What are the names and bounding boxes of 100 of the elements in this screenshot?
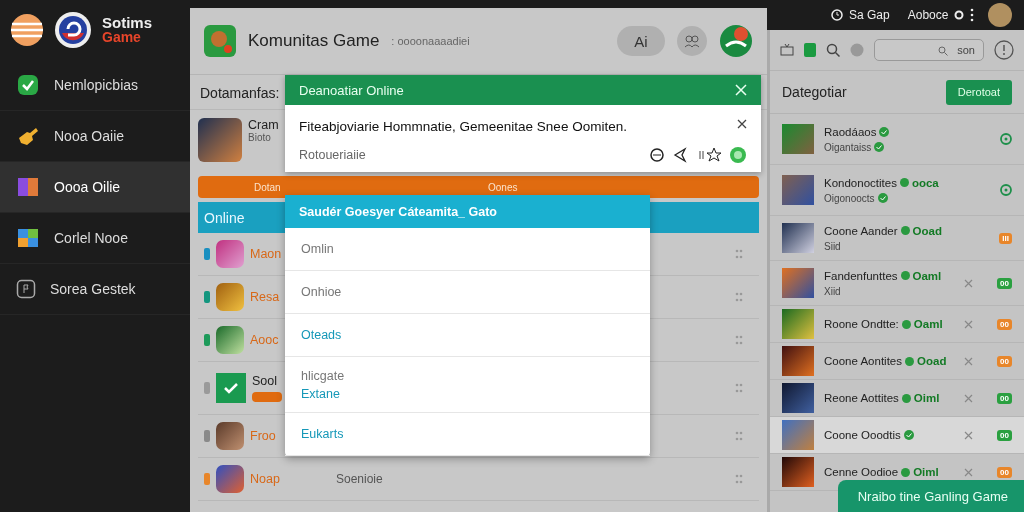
game-list-item[interactable]: Fandenfunttes Oaml Xiid 00 [770,261,1024,306]
pointer-icon[interactable] [673,147,689,163]
check-icon [903,430,914,440]
people-icon[interactable] [677,26,707,56]
checkbox-icon [216,373,246,403]
game-list-item[interactable]: Coone Ooodtis 00 [770,417,1024,454]
sidebar-item[interactable]: Oooa Oilie [0,162,190,213]
circle-icon[interactable] [1000,133,1012,145]
dot-icon [905,356,914,366]
dot-icon [900,271,910,280]
dot-icon [901,467,911,477]
status-text: Sa Gap [849,8,890,22]
search-icon [938,46,948,56]
bar-label: Dotan [253,181,281,193]
dropdown-title: Saudér Goesyer Cáteamita_ Gato [285,195,650,228]
ai-button[interactable]: Ai [617,26,665,56]
sidebar-item[interactable]: Nemlopicbias [0,60,190,111]
game-name: Cenne Oodioe [824,466,899,478]
drag-handle-icon [735,474,743,484]
game-name: Raodáaos [824,125,877,138]
status-tag: Ooad [917,355,947,367]
status-tag: ooca [911,176,939,189]
sidebar-item[interactable]: Corlel Nooe [0,213,190,264]
drag-handle-icon [735,431,743,441]
clock-icon [831,9,843,21]
striped-circle-icon [10,13,44,47]
dot-icon [901,393,911,403]
game-thumbnail [216,283,244,311]
game-subtitle: Oigantaiss [824,141,872,153]
dialog-message: Fiteabjoviarie Hommnatie, Gemeenitae Snee Oomiten. [299,119,627,134]
count-badge: 00 [997,277,1012,289]
game-thumbnail [782,175,814,205]
game-thumbnail [198,118,242,162]
game-thumbnail [216,240,244,268]
star-icon[interactable] [697,147,721,163]
game-thumbnail [216,465,244,493]
logo-text: Sotims [102,15,152,30]
minus-circle-icon[interactable] [649,147,665,163]
status-tag: Oiml [913,466,939,478]
count-badge: 00 [997,355,1012,367]
game-name: Froo [250,429,277,443]
check-icon [877,193,888,203]
dropdown-item[interactable]: Omlin [285,228,650,271]
ring-icon [954,10,965,20]
dot-icon [899,178,909,187]
toast-notification: Nraibo tine Ganling Game [837,480,1024,512]
check-badge-icon [16,73,40,97]
circle-icon[interactable] [1000,184,1012,196]
close-icon[interactable] [737,119,747,129]
game-list-item[interactable]: Roone Ondtte: Oaml 00 [770,306,1024,343]
app-subtitle: : oooonaaaadiei [391,35,471,47]
avatar[interactable] [988,3,1013,27]
game-subtitle: Siid [824,240,841,252]
status-tag: Oaml [913,318,943,330]
tiles-icon [16,175,40,199]
flag-square-icon [16,279,36,299]
game-list-item[interactable]: Kondonoctites ooca Oigonoocts [770,165,1024,216]
game-subtitle: Oigonoocts [824,192,875,204]
game-thumbnail [782,268,814,298]
game-name: Reone Aottites [824,392,899,404]
status-badge [252,392,282,402]
count-badge: 00 [997,429,1012,441]
drag-handle-icon [735,383,743,393]
tv-icon[interactable] [780,44,794,56]
game-thumbnail [782,420,814,450]
avatar-icon[interactable] [719,24,753,58]
game-list-item[interactable]: Coone Aontites Ooad 00 [770,343,1024,380]
game-name: Fandenfunttes [824,269,898,282]
user-name: Aoboce [907,8,949,22]
game-thumbnail [216,422,244,450]
game-list-item[interactable]: Raodáaos Oigantaiss [770,114,1024,165]
status-tag: Ooad [912,224,942,237]
game-thumbnail [782,457,814,487]
game-name: Maon [250,247,283,261]
panel-heading: Dategotiar [782,84,847,100]
game-thumbnail [782,124,814,154]
panel-button[interactable]: Derotoat [945,79,1012,105]
dot-icon [900,226,910,235]
drag-handle-icon [735,249,743,259]
search-icon[interactable] [826,43,840,57]
game-name: Sool [252,374,279,388]
dropdown-item[interactable]: Onhioe [285,271,650,314]
row-detail: Soenioie [335,472,384,486]
check-icon [874,142,885,152]
game-name: Aooc [250,333,280,347]
game-name: Coone Aander [824,224,898,237]
game-thumbnail [216,326,244,354]
status-tag: Oiml [913,392,940,404]
game-list-item[interactable]: Coone Aander Ooad Siid III [770,216,1024,261]
game-name: Coone Ooodtis [824,429,901,441]
search-field[interactable]: son [874,39,984,61]
count-badge: 00 [997,318,1012,330]
game-subtitle: Bioto [248,132,272,143]
info-icon[interactable] [994,40,1014,60]
game-app-icon [204,25,236,57]
count-badge: III [999,232,1012,244]
dropdown-item[interactable]: Eukarts [285,413,650,456]
drag-handle-icon [735,335,743,345]
dropdown-item[interactable]: hlicgate Extane [285,357,650,413]
more-menu-icon[interactable] [970,8,975,22]
